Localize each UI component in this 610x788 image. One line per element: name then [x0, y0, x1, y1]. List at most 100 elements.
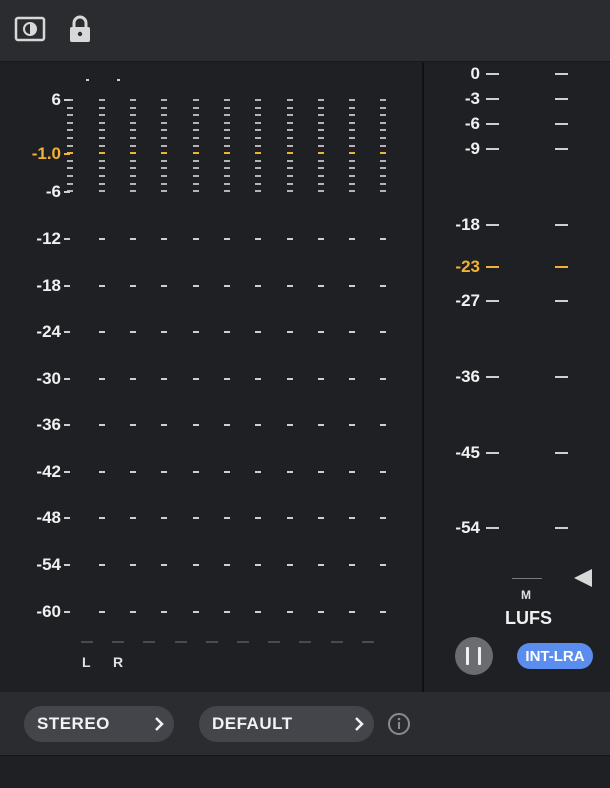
peak-grid-tick: [349, 424, 355, 426]
peak-fine-tick: [255, 167, 261, 169]
peak-fine-tick: [224, 160, 230, 162]
peak-fine-tick: [380, 129, 386, 131]
int-lra-badge[interactable]: INT-LRA: [517, 643, 593, 669]
footer-strip: [0, 755, 610, 788]
peak-hold-marker: [117, 79, 120, 81]
loudness-scale-label: -9: [464, 139, 480, 158]
momentary-bar: [512, 578, 542, 579]
peak-grid-tick: [255, 424, 261, 426]
peak-fine-tick: [99, 152, 105, 154]
loudness-scale-tick: [486, 224, 499, 226]
peak-grid-tick: [318, 471, 324, 473]
peak-fine-tick: [99, 145, 105, 147]
peak-fine-tick: [287, 114, 293, 116]
peak-grid-tick: [161, 331, 167, 333]
peak-scale-tick: [64, 285, 70, 287]
peak-grid-tick: [287, 564, 293, 566]
peak-fine-tick: [161, 152, 167, 154]
peak-grid-tick: [161, 611, 167, 613]
peak-grid-tick: [287, 378, 293, 380]
peak-fine-tick: [224, 145, 230, 147]
peak-fine-tick: [99, 190, 105, 192]
peak-fine-tick: [255, 99, 261, 101]
peak-grid-tick: [380, 285, 386, 287]
peak-fine-tick: [255, 137, 261, 139]
peak-fine-tick: [287, 183, 293, 185]
peak-grid-tick: [130, 331, 136, 333]
peak-floor-marker: [237, 641, 249, 643]
loudness-scale-tick: [486, 300, 499, 302]
lock-icon[interactable]: [63, 12, 97, 46]
peak-fine-tick: [380, 99, 386, 101]
display-mode-icon[interactable]: [13, 12, 47, 46]
peak-fine-tick: [224, 183, 230, 185]
peak-grid-tick: [193, 331, 199, 333]
peak-fine-tick: [318, 190, 324, 192]
loudness-scale-tick: [555, 224, 568, 226]
peak-fine-tick: [130, 129, 136, 131]
peak-grid-tick: [99, 564, 105, 566]
peak-grid-tick: [130, 611, 136, 613]
peak-fine-tick: [67, 145, 73, 147]
peak-grid-tick: [349, 517, 355, 519]
loudness-scale-tick: [555, 73, 568, 75]
peak-scale-label: -6: [45, 182, 61, 201]
top-toolbar: [0, 0, 610, 62]
peak-floor-marker: [268, 641, 280, 643]
target-marker-icon[interactable]: [572, 568, 594, 593]
peak-fine-tick: [380, 160, 386, 162]
peak-grid-tick: [224, 238, 230, 240]
peak-fine-tick: [130, 122, 136, 124]
peak-grid-tick: [287, 285, 293, 287]
peak-grid-tick: [99, 517, 105, 519]
peak-grid-tick: [380, 517, 386, 519]
peak-scale-label: -30: [36, 369, 61, 388]
loudness-scale-label: -36: [455, 367, 480, 386]
peak-fine-tick: [130, 107, 136, 109]
peak-grid-tick: [99, 424, 105, 426]
peak-grid-tick: [193, 378, 199, 380]
peak-floor-marker: [331, 641, 343, 643]
peak-grid-tick: [99, 285, 105, 287]
peak-fine-tick: [130, 160, 136, 162]
peak-fine-tick: [224, 107, 230, 109]
pause-button[interactable]: [455, 637, 493, 675]
peak-grid-tick: [287, 611, 293, 613]
peak-fine-tick: [161, 175, 167, 177]
peak-fine-tick: [161, 160, 167, 162]
loudness-scale-tick: [486, 73, 499, 75]
peak-grid-tick: [161, 378, 167, 380]
peak-fine-tick: [255, 114, 261, 116]
peak-scale-label: 6: [51, 90, 61, 109]
peak-grid-tick: [287, 424, 293, 426]
peak-fine-tick: [349, 107, 355, 109]
peak-fine-tick: [255, 145, 261, 147]
channel-mode-button[interactable]: STEREO: [24, 706, 174, 742]
peak-grid-tick: [318, 611, 324, 613]
peak-fine-tick: [130, 152, 136, 154]
peak-fine-tick: [380, 167, 386, 169]
peak-scale-tick: [64, 238, 70, 240]
peak-scale-tick: [64, 378, 70, 380]
peak-grid-tick: [224, 285, 230, 287]
loudness-scale-label: -45: [455, 443, 480, 462]
peak-fine-tick: [255, 183, 261, 185]
peak-fine-tick: [318, 129, 324, 131]
preset-button[interactable]: DEFAULT: [199, 706, 374, 742]
peak-grid-tick: [380, 564, 386, 566]
peak-grid-tick: [161, 471, 167, 473]
channel-label-left: L: [82, 654, 91, 670]
meter-area: [0, 62, 610, 691]
peak-fine-tick: [161, 167, 167, 169]
info-icon[interactable]: [387, 712, 411, 741]
peak-fine-tick: [380, 190, 386, 192]
peak-grid-tick: [161, 424, 167, 426]
peak-fine-tick: [380, 183, 386, 185]
peak-fine-tick: [99, 167, 105, 169]
peak-scale-tick: [64, 331, 70, 333]
peak-floor-marker: [362, 641, 374, 643]
peak-fine-tick: [318, 145, 324, 147]
peak-fine-tick: [130, 145, 136, 147]
peak-fine-tick: [161, 114, 167, 116]
peak-fine-tick: [130, 183, 136, 185]
